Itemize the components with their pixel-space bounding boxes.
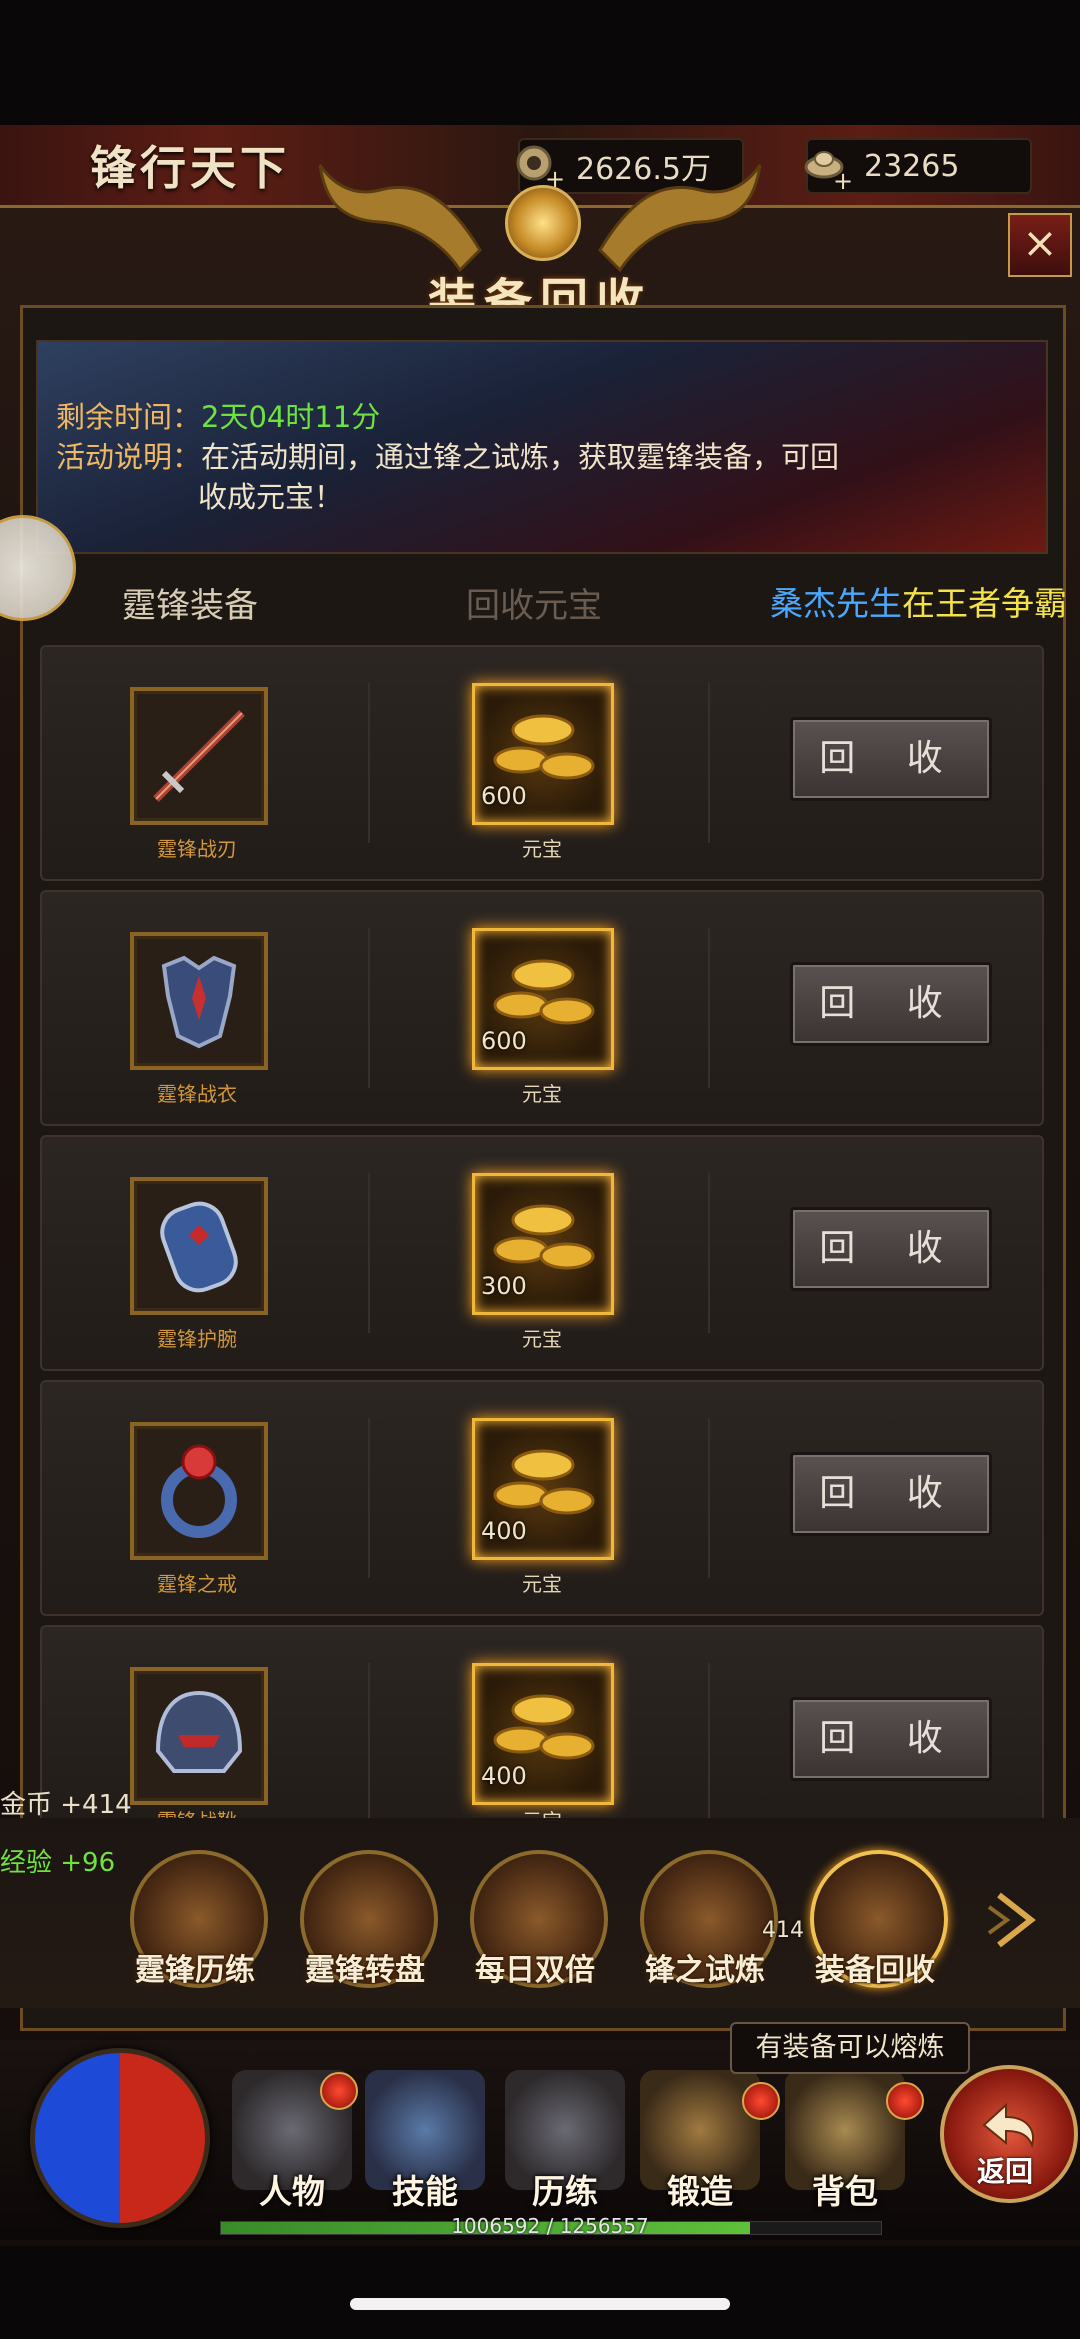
- notification-dot: [886, 2082, 924, 2120]
- item-name: 霆锋护腕: [157, 1327, 237, 1351]
- game-title: 锋行天下: [90, 141, 290, 195]
- yuanbao-reward-slot[interactable]: 400: [472, 1418, 614, 1560]
- crest-icon: [505, 185, 581, 261]
- list-item: 霆锋战靴 400 元宝 回 收: [40, 1625, 1044, 1824]
- yuanbao-reward-slot[interactable]: 600: [472, 683, 614, 825]
- close-button[interactable]: ×: [1008, 213, 1072, 277]
- divider: [708, 1173, 710, 1333]
- list-item: 霆锋战衣 600 元宝 回 收: [40, 890, 1044, 1126]
- divider: [708, 1663, 710, 1822]
- description-label: 活动说明：: [56, 440, 202, 474]
- reward-amount: 400: [481, 1762, 527, 1790]
- remaining-time-line: 剩余时间：2天04时11分: [56, 394, 380, 436]
- reward-name: 元宝: [522, 1082, 562, 1106]
- nav-label: 历练: [532, 2172, 598, 2211]
- nav-label: 锻造: [667, 2172, 733, 2211]
- event-banner: 剩余时间：2天04时11分 活动说明：在活动期间，通过锋之试炼，获取霆锋装备，可…: [36, 340, 1048, 554]
- marquee-player-name: 桑杰先生: [770, 584, 902, 623]
- divider: [708, 1418, 710, 1578]
- reward-amount: 600: [481, 1027, 527, 1055]
- activity-label: 每日双倍: [475, 1953, 595, 1988]
- reward-amount: 300: [481, 1272, 527, 1300]
- yuanbao-reward-slot[interactable]: 600: [472, 928, 614, 1070]
- exp-gain-text: 经验 +96: [0, 1848, 116, 1878]
- reward-amount: 400: [481, 1517, 527, 1545]
- divider: [368, 1173, 370, 1333]
- svg-text:+: +: [833, 167, 853, 193]
- forge-hint-tooltip: 有装备可以熔炼: [730, 2022, 970, 2074]
- experience-text: 1006592 / 1256557: [451, 2214, 649, 2238]
- yuanbao-value: 23265: [864, 148, 960, 184]
- remaining-value: 2天04时11分: [201, 400, 381, 434]
- nav-label: 技能: [392, 2172, 458, 2211]
- item-slot[interactable]: [130, 1667, 268, 1805]
- divider: [368, 1418, 370, 1578]
- yuanbao-reward-slot[interactable]: 300: [472, 1173, 614, 1315]
- divider: [368, 928, 370, 1088]
- yuanbao-icon: +: [800, 139, 854, 195]
- item-slot[interactable]: [130, 687, 268, 825]
- item-name: 霆锋战刃: [157, 837, 237, 861]
- list-item: 霆锋护腕 300 元宝 回 收: [40, 1135, 1044, 1371]
- recycle-button[interactable]: 回 收: [790, 962, 992, 1046]
- reward-name: 元宝: [522, 1572, 562, 1596]
- home-indicator[interactable]: [350, 2298, 730, 2310]
- yuanbao-reward-slot[interactable]: 400: [472, 1663, 614, 1805]
- taiji-emblem-icon[interactable]: [30, 2048, 210, 2228]
- column-header-reward: 回收元宝: [466, 586, 602, 626]
- floating-number: 414: [762, 1918, 804, 1943]
- nav-label: 背包: [812, 2172, 878, 2211]
- notification-dot: [320, 2072, 358, 2110]
- activity-label: 霆锋转盘: [305, 1953, 425, 1988]
- divider: [708, 928, 710, 1088]
- notification-dot: [742, 2082, 780, 2120]
- activity-label: 锋之试炼: [645, 1953, 765, 1988]
- item-name: 霆锋之戒: [157, 1572, 237, 1596]
- recycle-button[interactable]: 回 收: [790, 1452, 992, 1536]
- description-line: 活动说明：在活动期间，通过锋之试炼，获取霆锋装备，可回: [56, 434, 839, 476]
- broadcast-marquee: 桑杰先生在王者争霸: [770, 577, 1067, 625]
- reward-name: 元宝: [522, 837, 562, 861]
- item-name: 霆锋战衣: [157, 1082, 237, 1106]
- item-slot[interactable]: [130, 1177, 268, 1315]
- item-slot[interactable]: [130, 1422, 268, 1560]
- recycle-button[interactable]: 回 收: [790, 717, 992, 801]
- blade-icon: [153, 710, 245, 802]
- bracer-icon: [160, 1201, 238, 1293]
- nav-label: 人物: [259, 2172, 325, 2211]
- divider: [708, 683, 710, 843]
- ring-icon: [161, 1444, 237, 1538]
- description-text-2: 收成元宝！: [198, 480, 344, 514]
- list-item: 霆锋之戒 400 元宝 回 收: [40, 1380, 1044, 1616]
- activity-label: 装备回收: [815, 1953, 935, 1988]
- reward-amount: 600: [481, 782, 527, 810]
- column-header-equipment: 霆锋装备: [122, 586, 258, 626]
- description-text-1: 在活动期间，通过锋之试炼，获取霆锋装备，可回: [201, 440, 840, 474]
- yuanbao-counter[interactable]: + 23265: [804, 138, 1032, 195]
- divider: [368, 1663, 370, 1822]
- remaining-label: 剩余时间：: [56, 400, 202, 434]
- list-item: 霆锋战刃 600 元宝 回 收: [40, 645, 1044, 881]
- reward-name: 元宝: [522, 1327, 562, 1351]
- gold-gain-text: 金币 +414: [0, 1790, 132, 1820]
- activity-label: 霆锋历练: [135, 1953, 255, 1988]
- divider: [368, 683, 370, 843]
- marquee-text: 在王者争霸: [902, 584, 1067, 623]
- back-label: 返回: [976, 2155, 1033, 2188]
- helmet-icon: [155, 1690, 243, 1773]
- recycle-button[interactable]: 回 收: [790, 1697, 992, 1781]
- item-slot[interactable]: [130, 932, 268, 1070]
- chevron-right-icon[interactable]: [985, 1885, 1045, 1955]
- recycle-button[interactable]: 回 收: [790, 1207, 992, 1291]
- armor-icon: [161, 955, 237, 1049]
